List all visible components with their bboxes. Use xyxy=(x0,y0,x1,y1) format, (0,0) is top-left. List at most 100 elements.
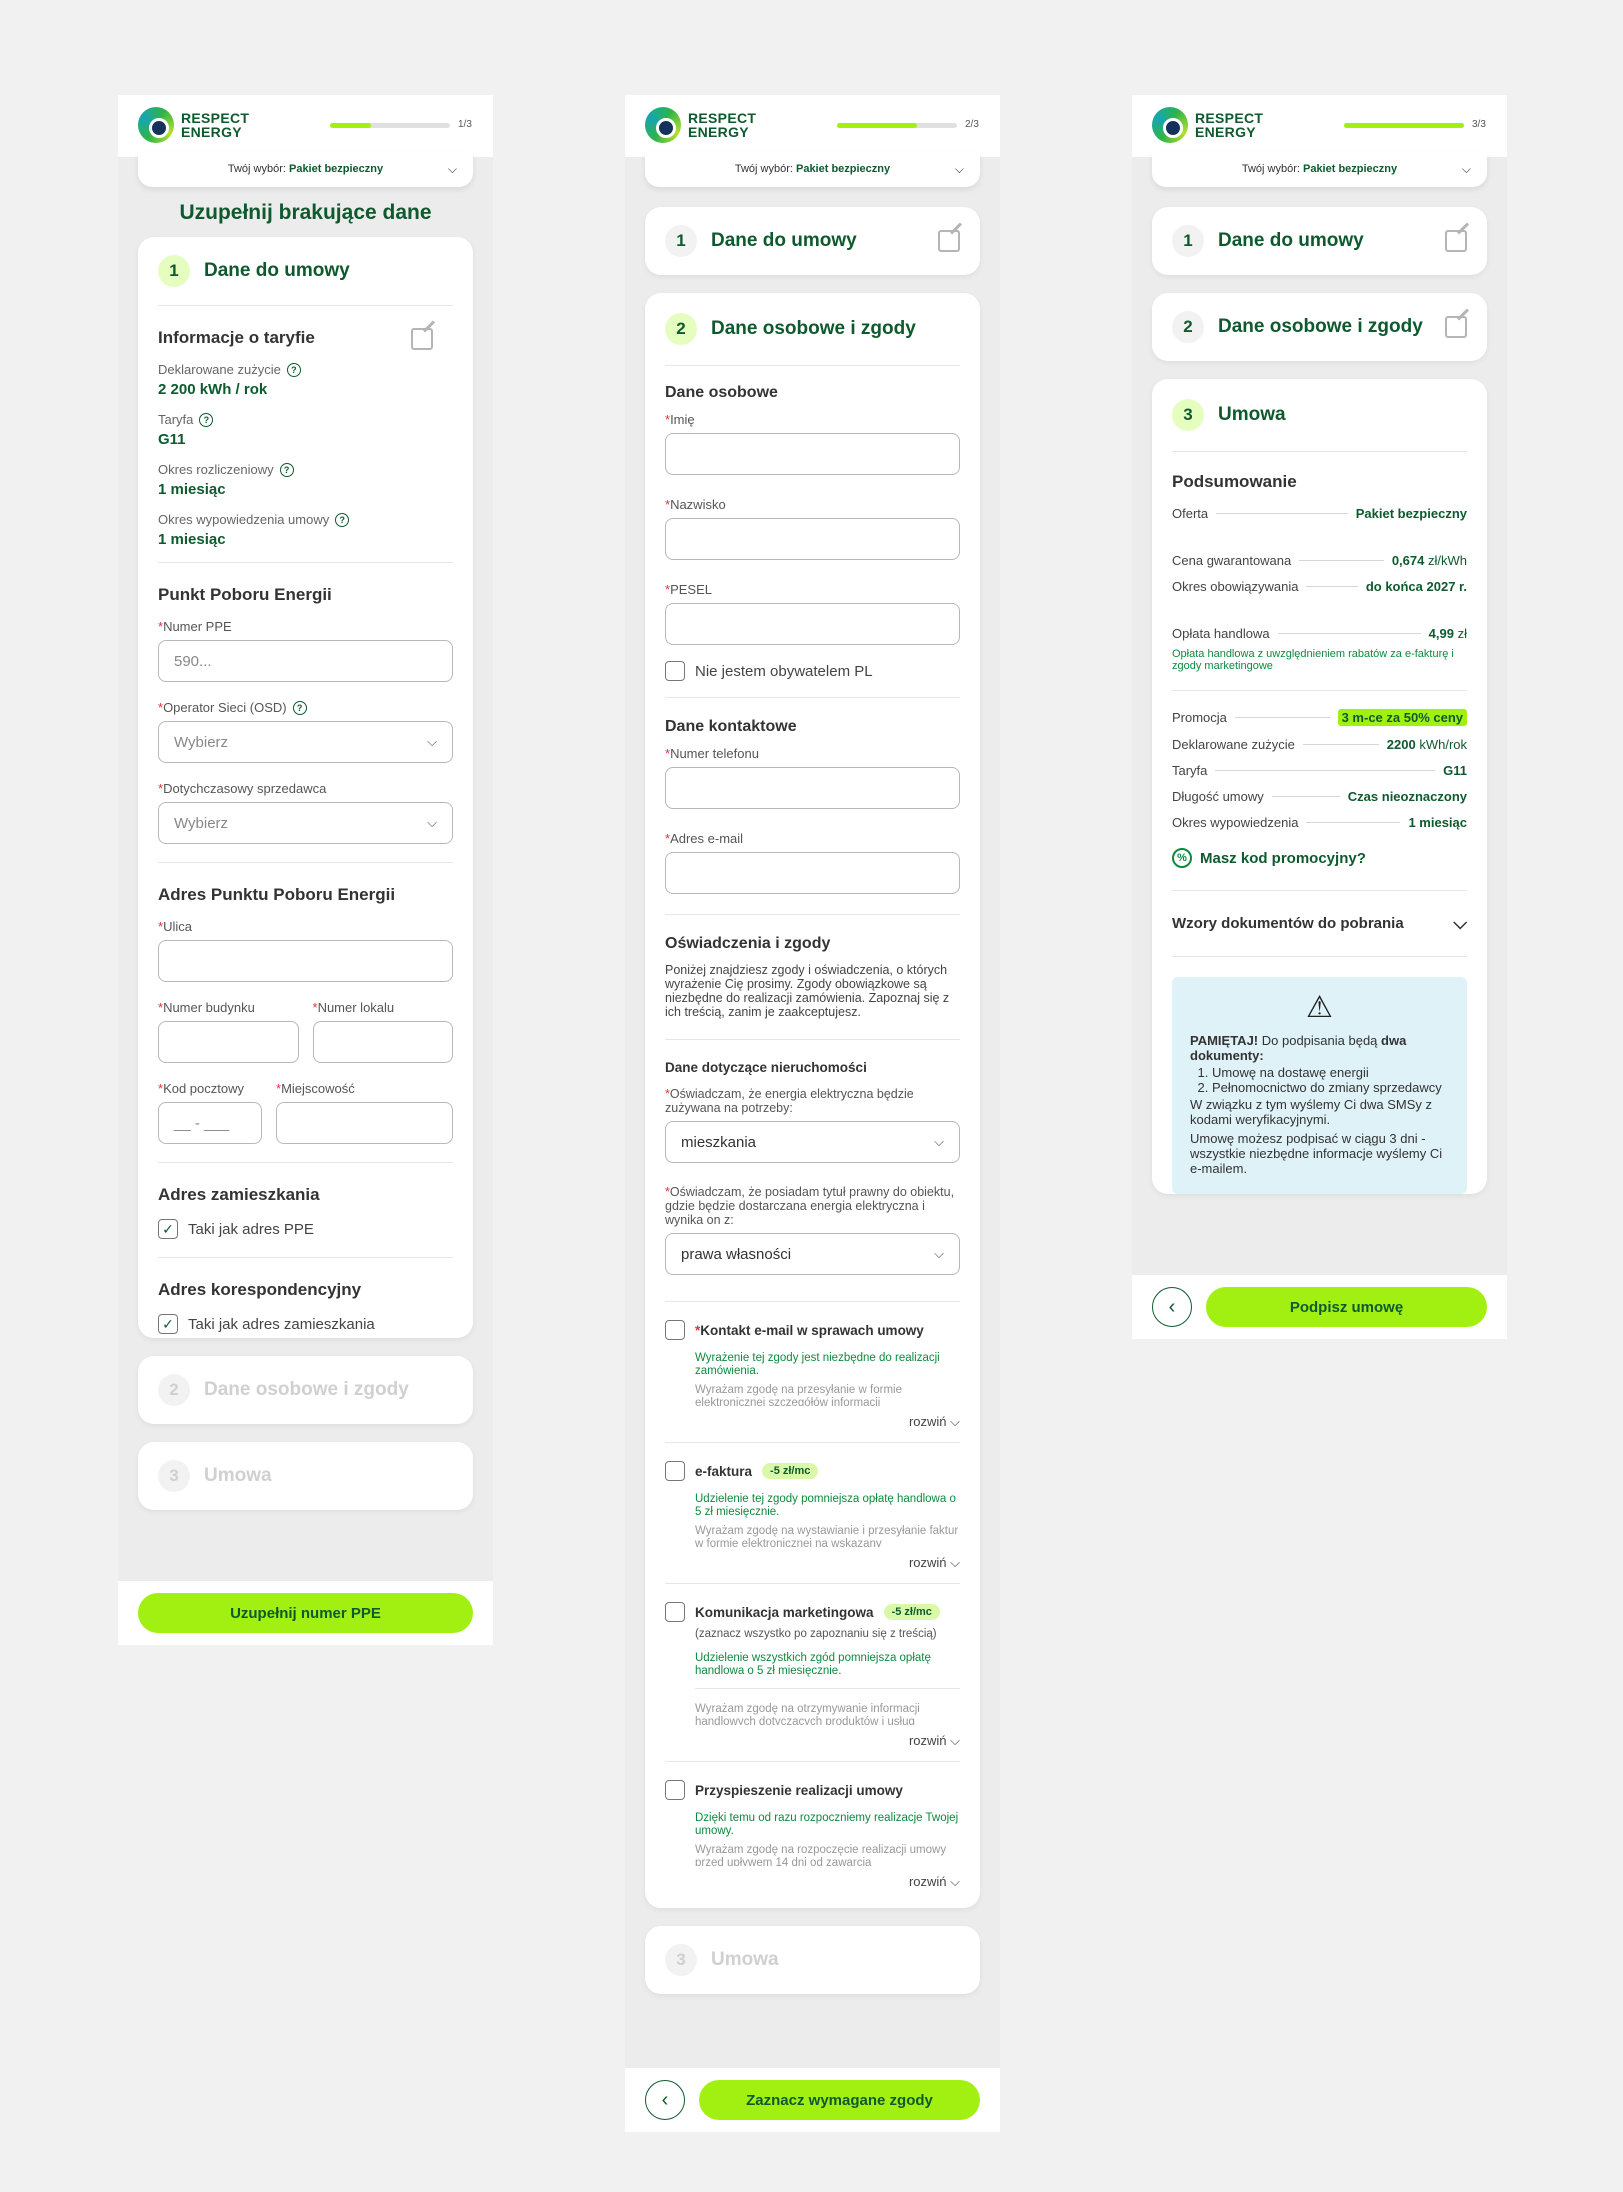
zip-input[interactable]: __ - ___ xyxy=(158,1102,262,1144)
progress-fill xyxy=(837,123,918,128)
card-contract[interactable]: 3 Umowa xyxy=(138,1442,473,1510)
sign-button[interactable]: Podpisz umowę xyxy=(1206,1287,1487,1327)
card-title: Dane osobowe i zgody xyxy=(1218,316,1423,337)
logo-line1: RESPECT xyxy=(1195,110,1264,126)
step-counter: 2/3 xyxy=(965,119,979,130)
correspondence-check-label: Taki jak adres zamieszkania xyxy=(188,1315,375,1333)
first-name-input[interactable] xyxy=(665,433,960,475)
card-personal-data[interactable]: 2 Dane osobowe i zgody xyxy=(138,1356,473,1424)
logo-line2: ENERGY xyxy=(688,124,749,140)
edit-icon[interactable] xyxy=(1445,230,1467,252)
expand-link[interactable]: rozwiń ⌵ xyxy=(665,1733,960,1749)
street-input[interactable] xyxy=(158,940,453,982)
logo-icon xyxy=(645,107,681,143)
help-icon[interactable]: ? xyxy=(286,362,301,377)
expand-link[interactable]: rozwiń ⌵ xyxy=(665,1414,960,1430)
consent-checkbox[interactable] xyxy=(665,1602,685,1622)
choice-value: Pakiet bezpieczny xyxy=(795,163,891,175)
choice-dropdown[interactable]: Twój wybór: Pakiet bezpieczny ⌵ xyxy=(138,151,473,187)
address-section-title: Adres Punktu Poboru Energii xyxy=(158,885,396,904)
correspondence-checkbox[interactable]: ✓ xyxy=(158,1314,178,1334)
consent-marketing: Komunikacja marketingowa -5 zł/mc (zaznac… xyxy=(665,1583,960,1761)
help-icon[interactable]: ? xyxy=(199,412,214,427)
chevron-down-icon: ⌵ xyxy=(950,1874,960,1889)
residence-checkbox[interactable]: ✓ xyxy=(158,1219,178,1239)
first-name-label: Imię xyxy=(670,412,695,427)
legal-title-select[interactable]: prawa własności ⌵ xyxy=(665,1233,960,1275)
choice-dropdown[interactable]: Twój wybór: Pakiet bezpieczny ⌵ xyxy=(1152,151,1487,187)
summary-unit: zł xyxy=(1457,626,1467,641)
submit-button[interactable]: Uzupełnij numer PPE xyxy=(138,1593,473,1633)
summary-label: Okres obowiązywania xyxy=(1172,579,1299,594)
street-label: Ulica xyxy=(163,919,192,934)
personal-title: Dane osobowe xyxy=(665,384,778,401)
card-contract[interactable]: 3 Umowa xyxy=(645,1926,980,1994)
card-contract-data[interactable]: 1 Dane do umowy xyxy=(1152,207,1487,275)
submit-button[interactable]: Zaznacz wymagane zgody xyxy=(699,2080,980,2120)
last-name-input[interactable] xyxy=(665,518,960,560)
apartment-input[interactable] xyxy=(312,1021,453,1063)
consent-checkbox[interactable] xyxy=(665,1461,685,1481)
tariff-value: 2 200 kWh / rok xyxy=(158,381,268,398)
step-badge: 2 xyxy=(665,313,697,345)
summary-unit: kWh/rok xyxy=(1419,737,1467,752)
tariff-item: Deklarowane zużycie? 2 200 kWh / rok xyxy=(158,362,453,398)
consent-checkbox[interactable] xyxy=(665,1320,685,1340)
promo-code-link[interactable]: % Masz kod promocyjny? xyxy=(1172,848,1467,868)
chevron-down-icon: ⌵ xyxy=(447,162,457,176)
consent-hint: (zaznacz wszystko po zapoznaniu się z tr… xyxy=(695,1628,937,1640)
seller-select[interactable]: Wybierz ⌵ xyxy=(158,802,453,844)
card-title: Dane do umowy xyxy=(204,260,350,281)
edit-icon[interactable] xyxy=(411,328,433,350)
summary-label: Taryfa xyxy=(1172,763,1208,778)
card-title: Umowa xyxy=(204,1465,272,1486)
osd-select[interactable]: Wybierz ⌵ xyxy=(158,721,453,763)
edit-icon[interactable] xyxy=(938,230,960,252)
discount-icon: % xyxy=(1172,848,1192,868)
choice-label: Twój wybór: xyxy=(227,163,286,175)
email-label: Adres e-mail xyxy=(670,831,744,846)
city-input[interactable] xyxy=(276,1102,453,1144)
summary-label: Opłata handlowa xyxy=(1172,626,1270,641)
consent-label: Kontakt e-mail w sprawach umowy xyxy=(700,1322,924,1338)
not-citizen-checkbox[interactable] xyxy=(665,661,685,681)
tariff-value: 1 miesiąc xyxy=(158,531,226,548)
documents-toggle[interactable]: Wzory dokumentów do pobrania ⌵ xyxy=(1172,891,1467,956)
phone-input[interactable] xyxy=(665,767,960,809)
consent-text: Wyrażam zgodę na wystawianie i przesyłan… xyxy=(695,1525,959,1547)
tariff-label: Okres rozliczeniowy xyxy=(158,462,274,477)
summary-label: Okres wypowiedzenia xyxy=(1172,815,1299,830)
chevron-down-icon: ⌵ xyxy=(1461,162,1471,176)
choice-label: Twój wybór: xyxy=(1241,163,1300,175)
pesel-input[interactable] xyxy=(665,603,960,645)
consent-einvoice: e-faktura -5 zł/mc Udzielenie tej zgody p… xyxy=(665,1442,960,1583)
consent-label: Przyspieszenie realizacji umowy xyxy=(695,1782,903,1798)
building-input[interactable] xyxy=(158,1021,299,1063)
logo-icon xyxy=(1152,107,1188,143)
consent-checkbox[interactable] xyxy=(665,1780,685,1800)
card-personal-data[interactable]: 2 Dane osobowe i zgody xyxy=(1152,293,1487,361)
zip-label: Kod pocztowy xyxy=(163,1081,244,1096)
help-icon[interactable]: ? xyxy=(279,462,294,477)
screen-step-3: RESPECT ENERGY 3/3 Twój wybór: Pakiet bez… xyxy=(1132,95,1507,1339)
tariff-label: Okres wypowiedzenia umowy xyxy=(158,512,330,527)
expand-link[interactable]: rozwiń ⌵ xyxy=(665,1555,960,1571)
expand-link[interactable]: rozwiń ⌵ xyxy=(665,1874,960,1890)
chevron-down-icon: ⌵ xyxy=(427,734,437,749)
help-icon[interactable]: ? xyxy=(335,512,350,527)
help-icon[interactable]: ? xyxy=(292,700,307,715)
summary-title: Podsumowanie xyxy=(1172,472,1297,491)
card-title: Dane osobowe i zgody xyxy=(711,318,916,339)
email-input[interactable] xyxy=(665,852,960,894)
bottom-bar: ‹ Podpisz umowę xyxy=(1132,1275,1507,1339)
header: RESPECT ENERGY 1/3 xyxy=(118,95,493,157)
screen-step-2: RESPECT ENERGY 2/3 Twój wybór: Pakiet bez… xyxy=(625,95,1000,2132)
ppe-number-input[interactable]: 590... xyxy=(158,640,453,682)
choice-dropdown[interactable]: Twój wybór: Pakiet bezpieczny ⌵ xyxy=(645,151,980,187)
back-button[interactable]: ‹ xyxy=(1152,1287,1192,1327)
use-select[interactable]: mieszkania ⌵ xyxy=(665,1121,960,1163)
back-button[interactable]: ‹ xyxy=(645,2080,685,2120)
card-contract-data[interactable]: 1 Dane do umowy xyxy=(645,207,980,275)
edit-icon[interactable] xyxy=(1445,316,1467,338)
discount-badge: -5 zł/mc xyxy=(762,1463,819,1479)
